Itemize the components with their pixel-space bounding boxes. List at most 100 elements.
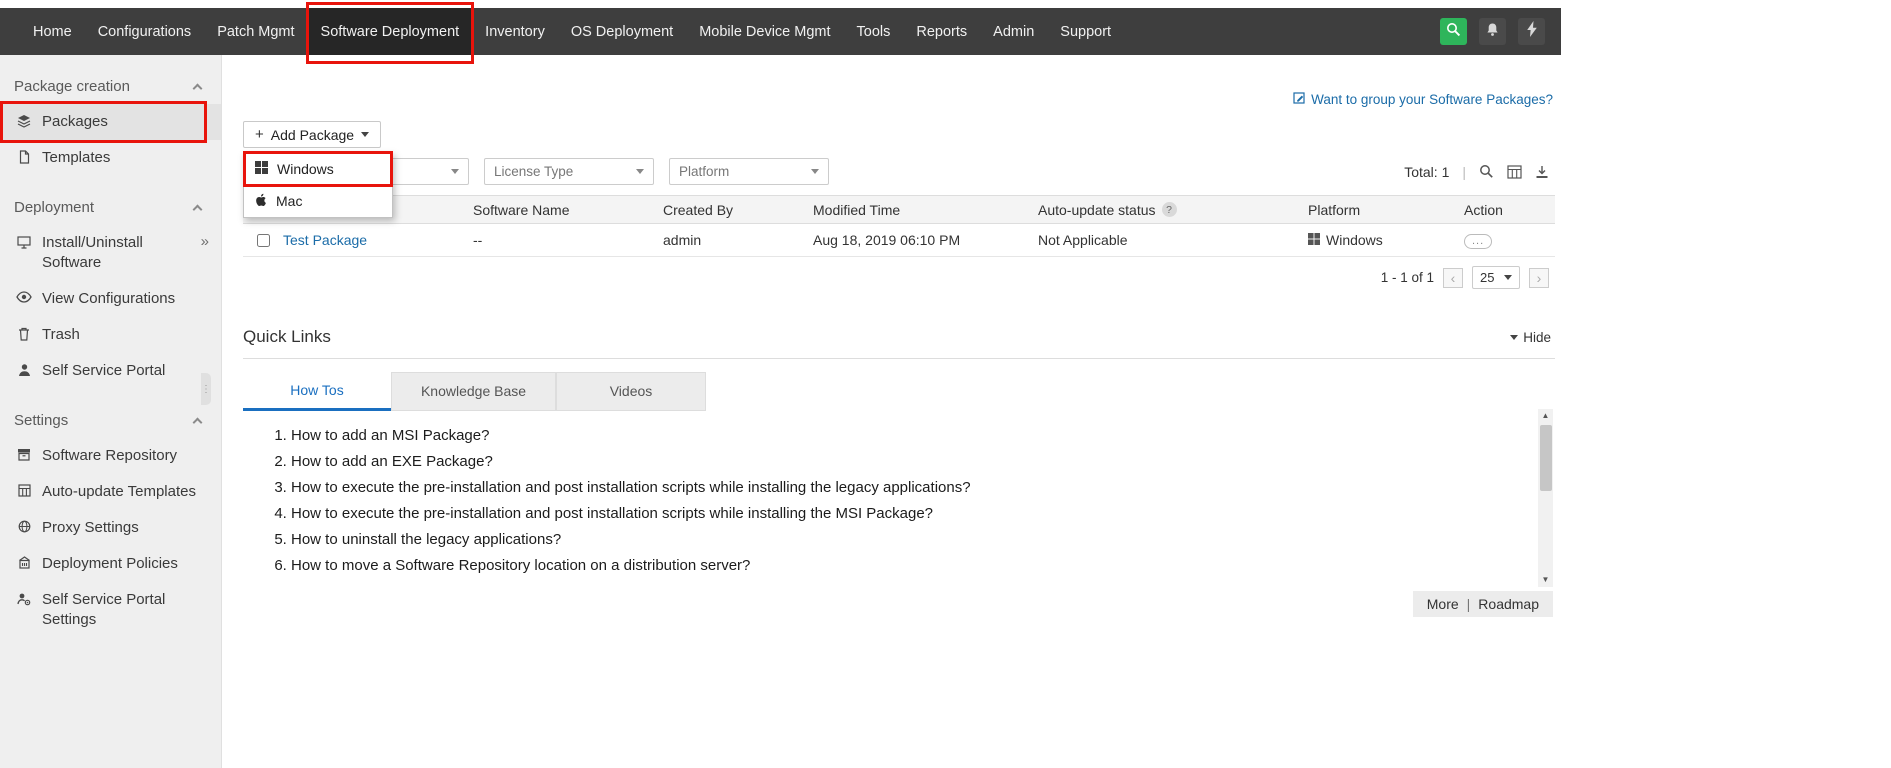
nav-item-tools[interactable]: Tools — [844, 8, 904, 55]
menu-item-label: Windows — [277, 161, 334, 177]
cell-created-by: admin — [663, 232, 813, 248]
hide-quick-links-button[interactable]: Hide — [1510, 330, 1551, 345]
quick-links-title: Quick Links — [243, 327, 331, 347]
howto-link[interactable]: How to uninstall the legacy applications… — [291, 531, 1521, 548]
globe-icon — [16, 520, 32, 533]
sidebar-item-deployment-policies[interactable]: Deployment Policies — [0, 546, 221, 582]
sidebar-item-view-configurations[interactable]: View Configurations — [0, 281, 221, 317]
plus-icon: + — [255, 126, 264, 143]
sidebar-item-auto-update-templates[interactable]: Auto-update Templates — [0, 474, 221, 510]
caret-down-icon — [811, 169, 819, 174]
global-search-button[interactable] — [1440, 18, 1467, 45]
person-gear-icon — [16, 592, 32, 606]
sidebar-header-package-creation[interactable]: Package creation — [0, 69, 221, 104]
panel-resize-handle[interactable]: ⋮ — [201, 373, 211, 405]
sidebar-item-label: Self Service Portal Settings — [42, 590, 182, 630]
tab-how-tos[interactable]: How Tos — [243, 372, 391, 411]
sidebar-item-label: Packages — [42, 112, 108, 132]
add-package-dropdown: Windows Mac — [243, 152, 393, 218]
package-name-link[interactable]: Test Package — [283, 232, 367, 248]
windows-logo-icon — [1308, 232, 1320, 248]
nav-item-admin[interactable]: Admin — [980, 8, 1047, 55]
nav-item-inventory[interactable]: Inventory — [472, 8, 558, 55]
quick-links-section: Quick Links Hide How Tos Knowledge Base … — [243, 327, 1555, 617]
nav-item-configurations[interactable]: Configurations — [85, 8, 205, 55]
prev-page-button[interactable]: ‹ — [1443, 268, 1463, 288]
nav-item-mobile-device-mgmt[interactable]: Mobile Device Mgmt — [686, 8, 843, 55]
nav-item-patch-mgmt[interactable]: Patch Mgmt — [204, 8, 307, 55]
cell-modified-time: Aug 18, 2019 06:10 PM — [813, 232, 1038, 248]
group-packages-link[interactable]: Want to group your Software Packages? — [1293, 91, 1553, 107]
grid-template-icon — [16, 484, 32, 497]
sidebar-item-label: Deployment Policies — [42, 554, 178, 574]
nav-item-home[interactable]: Home — [20, 8, 85, 55]
cell-auto-update-status: Not Applicable — [1038, 232, 1308, 248]
header-software-name: Software Name — [473, 202, 663, 218]
sidebar-item-self-service-portal-settings[interactable]: Self Service Portal Settings — [0, 582, 221, 638]
quick-actions-button[interactable] — [1518, 18, 1545, 45]
add-package-button[interactable]: + Add Package — [243, 121, 381, 148]
howto-link[interactable]: How to add an EXE Package? — [291, 453, 1521, 470]
group-packages-label: Want to group your Software Packages? — [1311, 92, 1553, 107]
sidebar-section-settings: Settings Software Repository Auto-update… — [0, 403, 221, 638]
howto-link[interactable]: How to execute the pre-installation and … — [291, 505, 1521, 522]
row-checkbox[interactable] — [257, 234, 270, 247]
quick-links-scrollbar[interactable]: ▲ ▼ — [1538, 409, 1553, 587]
platform-select[interactable]: Platform — [669, 158, 829, 185]
column-chooser-icon[interactable] — [1507, 165, 1522, 179]
scroll-down-icon[interactable]: ▼ — [1542, 575, 1550, 585]
sidebar-item-templates[interactable]: Templates — [0, 140, 221, 176]
repository-icon — [16, 448, 32, 461]
license-type-value: License Type — [494, 164, 573, 179]
table-header-row: Software Name Created By Modified Time A… — [243, 195, 1555, 224]
more-link[interactable]: More — [1427, 596, 1459, 612]
caret-down-icon — [451, 169, 459, 174]
sidebar-item-software-repository[interactable]: Software Repository — [0, 438, 221, 474]
sidebar-item-trash[interactable]: Trash — [0, 317, 221, 353]
chevron-up-icon — [193, 417, 203, 427]
nav-item-os-deployment[interactable]: OS Deployment — [558, 8, 686, 55]
scrollbar-thumb[interactable] — [1540, 425, 1552, 491]
scroll-up-icon[interactable]: ▲ — [1542, 411, 1550, 421]
menu-item-mac[interactable]: Mac — [244, 185, 392, 217]
next-page-button[interactable]: › — [1529, 268, 1549, 288]
group-packages-icon — [1293, 91, 1306, 107]
nav-item-support[interactable]: Support — [1047, 8, 1124, 55]
sidebar-item-label: Install/Uninstall Software — [42, 233, 172, 273]
bell-icon — [1485, 22, 1500, 42]
license-type-select[interactable]: License Type — [484, 158, 654, 185]
sidebar-item-packages[interactable]: Packages — [0, 104, 221, 140]
platform-value: Platform — [679, 164, 729, 179]
page-size-select[interactable]: 25 — [1472, 266, 1520, 289]
header-platform: Platform — [1308, 202, 1458, 218]
notification-button[interactable] — [1479, 18, 1506, 45]
pagination-range-label: 1 - 1 of 1 — [1381, 270, 1434, 285]
export-icon[interactable] — [1535, 165, 1549, 179]
sidebar-header-settings[interactable]: Settings — [0, 403, 221, 438]
help-icon[interactable]: ? — [1162, 202, 1177, 217]
tab-knowledge-base[interactable]: Knowledge Base — [391, 372, 556, 411]
tab-videos[interactable]: Videos — [556, 372, 706, 411]
double-arrow-icon[interactable]: » — [201, 233, 209, 251]
menu-item-windows[interactable]: Windows — [244, 153, 392, 185]
sidebar-item-proxy-settings[interactable]: Proxy Settings — [0, 510, 221, 546]
roadmap-link[interactable]: Roadmap — [1478, 596, 1539, 612]
howto-link[interactable]: How to execute the pre-installation and … — [291, 479, 1521, 496]
sidebar-header-deployment[interactable]: Deployment — [0, 190, 221, 225]
how-tos-panel: How to add an MSI Package? How to add an… — [243, 411, 1555, 587]
auto-update-value: Not Applicable — [1038, 232, 1128, 248]
howto-link[interactable]: How to add an MSI Package? — [291, 427, 1521, 444]
sidebar-item-label: Trash — [42, 325, 80, 345]
nav-item-software-deployment[interactable]: Software Deployment — [308, 8, 473, 55]
sidebar-item-self-service-portal[interactable]: Self Service Portal — [0, 353, 221, 389]
sidebar-section-deployment: Deployment Install/Uninstall Software » … — [0, 190, 221, 389]
templates-icon — [16, 150, 32, 164]
nav-item-reports[interactable]: Reports — [903, 8, 980, 55]
section-title: Deployment — [14, 199, 94, 216]
table-search-icon[interactable] — [1479, 164, 1494, 179]
quick-links-footer: More | Roadmap — [1413, 591, 1553, 617]
howto-link[interactable]: How to move a Software Repository locati… — [291, 557, 1521, 574]
row-actions-button[interactable]: ... — [1464, 234, 1492, 249]
sidebar-item-label: Auto-update Templates — [42, 482, 196, 502]
sidebar-item-install-uninstall-software[interactable]: Install/Uninstall Software » — [0, 225, 221, 281]
